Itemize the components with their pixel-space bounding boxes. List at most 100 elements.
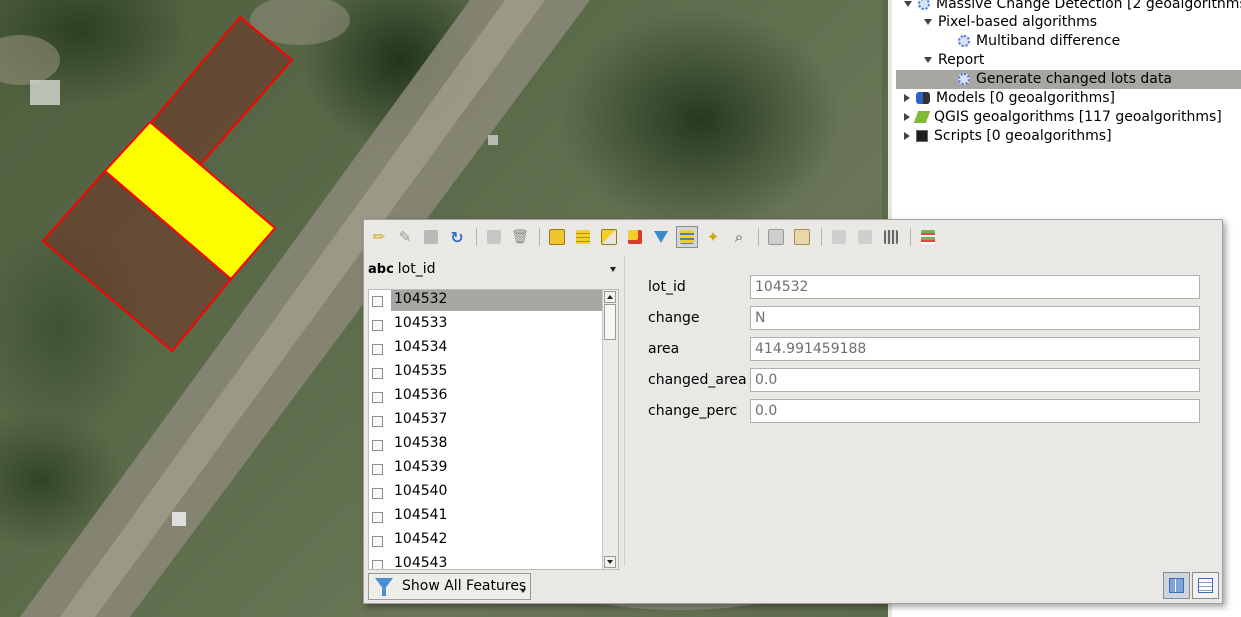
tree-item-generate-changed-lots-data[interactable]: Generate changed lots data [896,70,1241,89]
invert-selection-button[interactable] [598,226,620,248]
feature-checkbox[interactable] [372,440,383,451]
field-label: changed_area [648,372,747,388]
expression-select-icon [549,229,565,245]
expand-arrow-icon[interactable] [924,19,932,25]
feature-checkbox[interactable] [372,368,383,379]
tree-item-models[interactable]: Models [0 geoalgorithms] [904,89,1115,108]
attribute-toolbar: ✏ ✎ ↻ 🗑 ✦ ⌕ [368,224,943,250]
collapse-arrow-icon[interactable] [904,113,910,121]
area-field[interactable]: 414.991459188 [750,337,1200,361]
delete-field-button[interactable] [854,226,876,248]
collapse-arrow-icon[interactable] [904,94,910,102]
tree-item-scripts[interactable]: Scripts [0 geoalgorithms] [904,127,1112,146]
pan-to-selected-button[interactable]: ✦ [702,226,724,248]
form-view-button[interactable] [1163,572,1190,599]
select-all-icon [576,230,590,244]
field-calculator-button[interactable] [880,226,902,248]
toolbar-separator [539,228,540,246]
move-to-top-icon [680,230,694,244]
form-view-icon [1169,578,1184,593]
feature-list-scrollbar[interactable] [602,290,618,569]
bare-patch [0,35,60,85]
chevron-down-icon [610,267,616,272]
calculator-icon [884,230,898,244]
field-label: change_perc [648,403,738,419]
collapse-arrow-icon[interactable] [904,132,910,140]
delete-selected-button[interactable]: 🗑 [509,226,531,248]
list-item[interactable]: 104543 [369,554,603,569]
panel-splitter[interactable] [624,256,625,566]
feature-checkbox[interactable] [372,464,383,475]
scripts-icon [916,130,928,142]
tree-item-report[interactable]: Report [924,51,984,70]
deselect-icon [628,230,642,244]
field-label: change [648,310,700,326]
tree-item-pixel-based-algorithms[interactable]: Pixel-based algorithms [924,13,1097,32]
expand-arrow-icon[interactable] [924,57,932,63]
gear-icon [958,73,970,85]
lot-id-field[interactable]: 104532 [750,275,1200,299]
feature-checkbox[interactable] [372,392,383,403]
field-label: area [648,341,680,357]
toolbar-separator [758,228,759,246]
zoom-to-selected-button[interactable]: ⌕ [728,226,750,248]
field-selector-combo[interactable]: abc lot_id [368,258,620,280]
add-feature-button[interactable] [483,226,505,248]
expand-arrow-icon[interactable] [904,1,912,7]
copy-rows-button[interactable] [765,226,787,248]
refresh-icon: ↻ [450,227,464,247]
select-all-button[interactable] [572,226,594,248]
tree-item-massive-change-detection[interactable]: Massive Change Detection [2 geoalgorithm… [904,0,1241,14]
feature-checkbox[interactable] [372,416,383,427]
change-field[interactable]: N [750,306,1200,330]
vehicle [172,512,186,526]
conditional-format-icon [921,230,935,244]
field-label: lot_id [648,279,686,295]
pan-icon: ✦ [706,228,720,246]
pencil-icon: ✏ [372,228,386,246]
feature-checkbox[interactable] [372,512,383,523]
conditional-formatting-button[interactable] [917,226,939,248]
scroll-up-icon[interactable] [604,291,616,303]
toolbar-separator [821,228,822,246]
toolbar-separator [910,228,911,246]
rooftop [30,80,60,105]
feature-list[interactable]: 104532 104533 104534 104535 104536 10453… [368,289,619,570]
save-icon [424,230,438,244]
show-all-features-button[interactable]: Show All Features [368,573,531,600]
scrollbar-thumb[interactable] [604,304,616,340]
tree-item-multiband-difference[interactable]: Multiband difference [958,32,1120,51]
paste-icon [794,229,810,245]
feature-checkbox[interactable] [372,344,383,355]
toggle-multi-edit-button[interactable]: ✎ [394,226,416,248]
paste-features-button[interactable] [791,226,813,248]
select-by-expression-button[interactable] [546,226,568,248]
reload-button[interactable]: ↻ [446,226,468,248]
gear-icon [958,35,970,47]
feature-checkbox[interactable] [372,320,383,331]
multi-edit-icon: ✎ [398,228,412,246]
change-perc-field[interactable]: 0.0 [750,399,1200,423]
filter-button[interactable] [650,226,672,248]
field-selector-value: lot_id [397,261,436,277]
chevron-down-icon [520,589,526,593]
feature-checkbox[interactable] [372,536,383,547]
scroll-down-icon[interactable] [604,556,616,568]
copy-icon [768,229,784,245]
new-column-icon [832,230,846,244]
save-edits-button[interactable] [420,226,442,248]
move-selection-to-top-button[interactable] [676,226,698,248]
feature-checkbox[interactable] [372,488,383,499]
trash-icon: 🗑 [511,229,529,245]
deselect-all-button[interactable] [624,226,646,248]
feature-checkbox[interactable] [372,560,383,569]
feature-checkbox[interactable] [372,296,383,307]
new-field-button[interactable] [828,226,850,248]
changed-area-field[interactable]: 0.0 [750,368,1200,392]
tree-item-qgis-geoalgorithms[interactable]: QGIS geoalgorithms [117 geoalgorithms] [904,108,1222,127]
table-view-button[interactable] [1192,572,1219,599]
add-row-icon [487,230,501,244]
invert-selection-icon [601,229,617,245]
toolbar-separator [476,228,477,246]
toggle-editing-button[interactable]: ✏ [368,226,390,248]
